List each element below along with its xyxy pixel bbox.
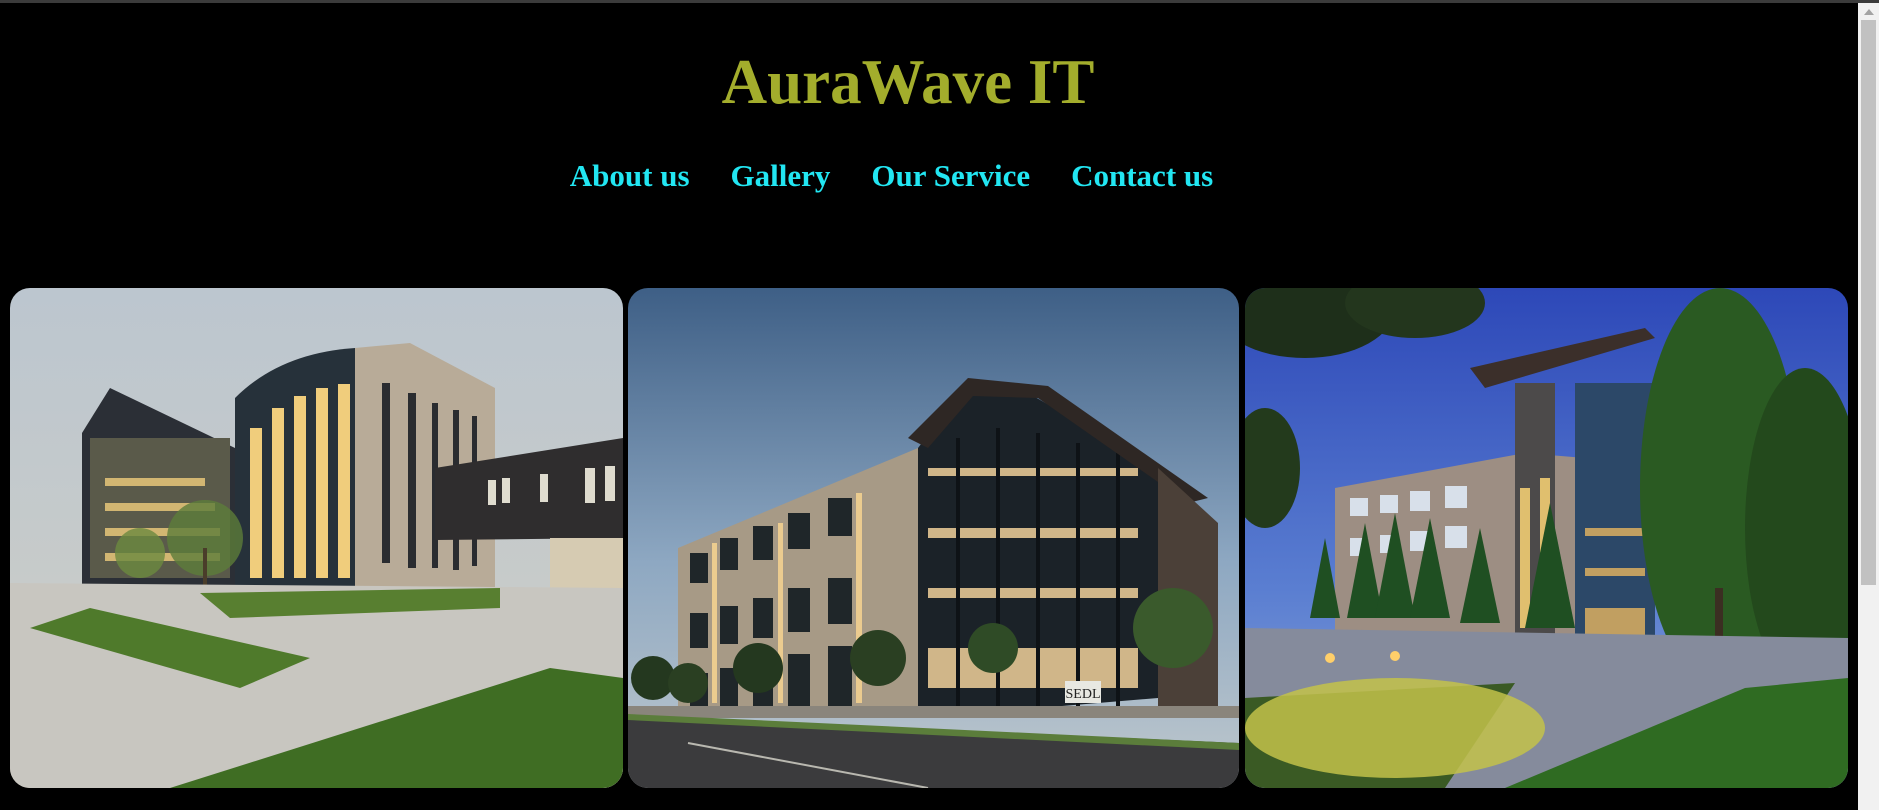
scrollbar-thumb[interactable] xyxy=(1861,20,1876,585)
main-nav: About us Gallery Our Service Contact us xyxy=(0,156,1783,196)
gallery-image-1[interactable] xyxy=(10,288,623,788)
scroll-up-arrow-icon[interactable] xyxy=(1858,3,1879,20)
nav-link-about-us[interactable]: About us xyxy=(570,156,690,196)
sedl-sign-text: SEDL xyxy=(1066,687,1101,702)
page-content: AuraWave IT About us Gallery Our Service… xyxy=(0,0,1858,810)
gallery: SEDL xyxy=(10,288,1848,788)
building-photo-2: SEDL xyxy=(628,288,1239,788)
nav-link-contact-us[interactable]: Contact us xyxy=(1071,156,1213,196)
site-title: AuraWave IT xyxy=(721,47,1095,117)
building-photo-1 xyxy=(10,288,623,788)
building-photo-3 xyxy=(1245,288,1848,788)
nav-link-our-service[interactable]: Our Service xyxy=(871,156,1030,196)
vertical-scrollbar[interactable] xyxy=(1858,3,1879,810)
gallery-image-2[interactable]: SEDL xyxy=(628,288,1239,788)
gallery-image-3[interactable] xyxy=(1245,288,1848,788)
nav-link-gallery[interactable]: Gallery xyxy=(731,156,831,196)
browser-viewport: AuraWave IT About us Gallery Our Service… xyxy=(0,0,1879,810)
